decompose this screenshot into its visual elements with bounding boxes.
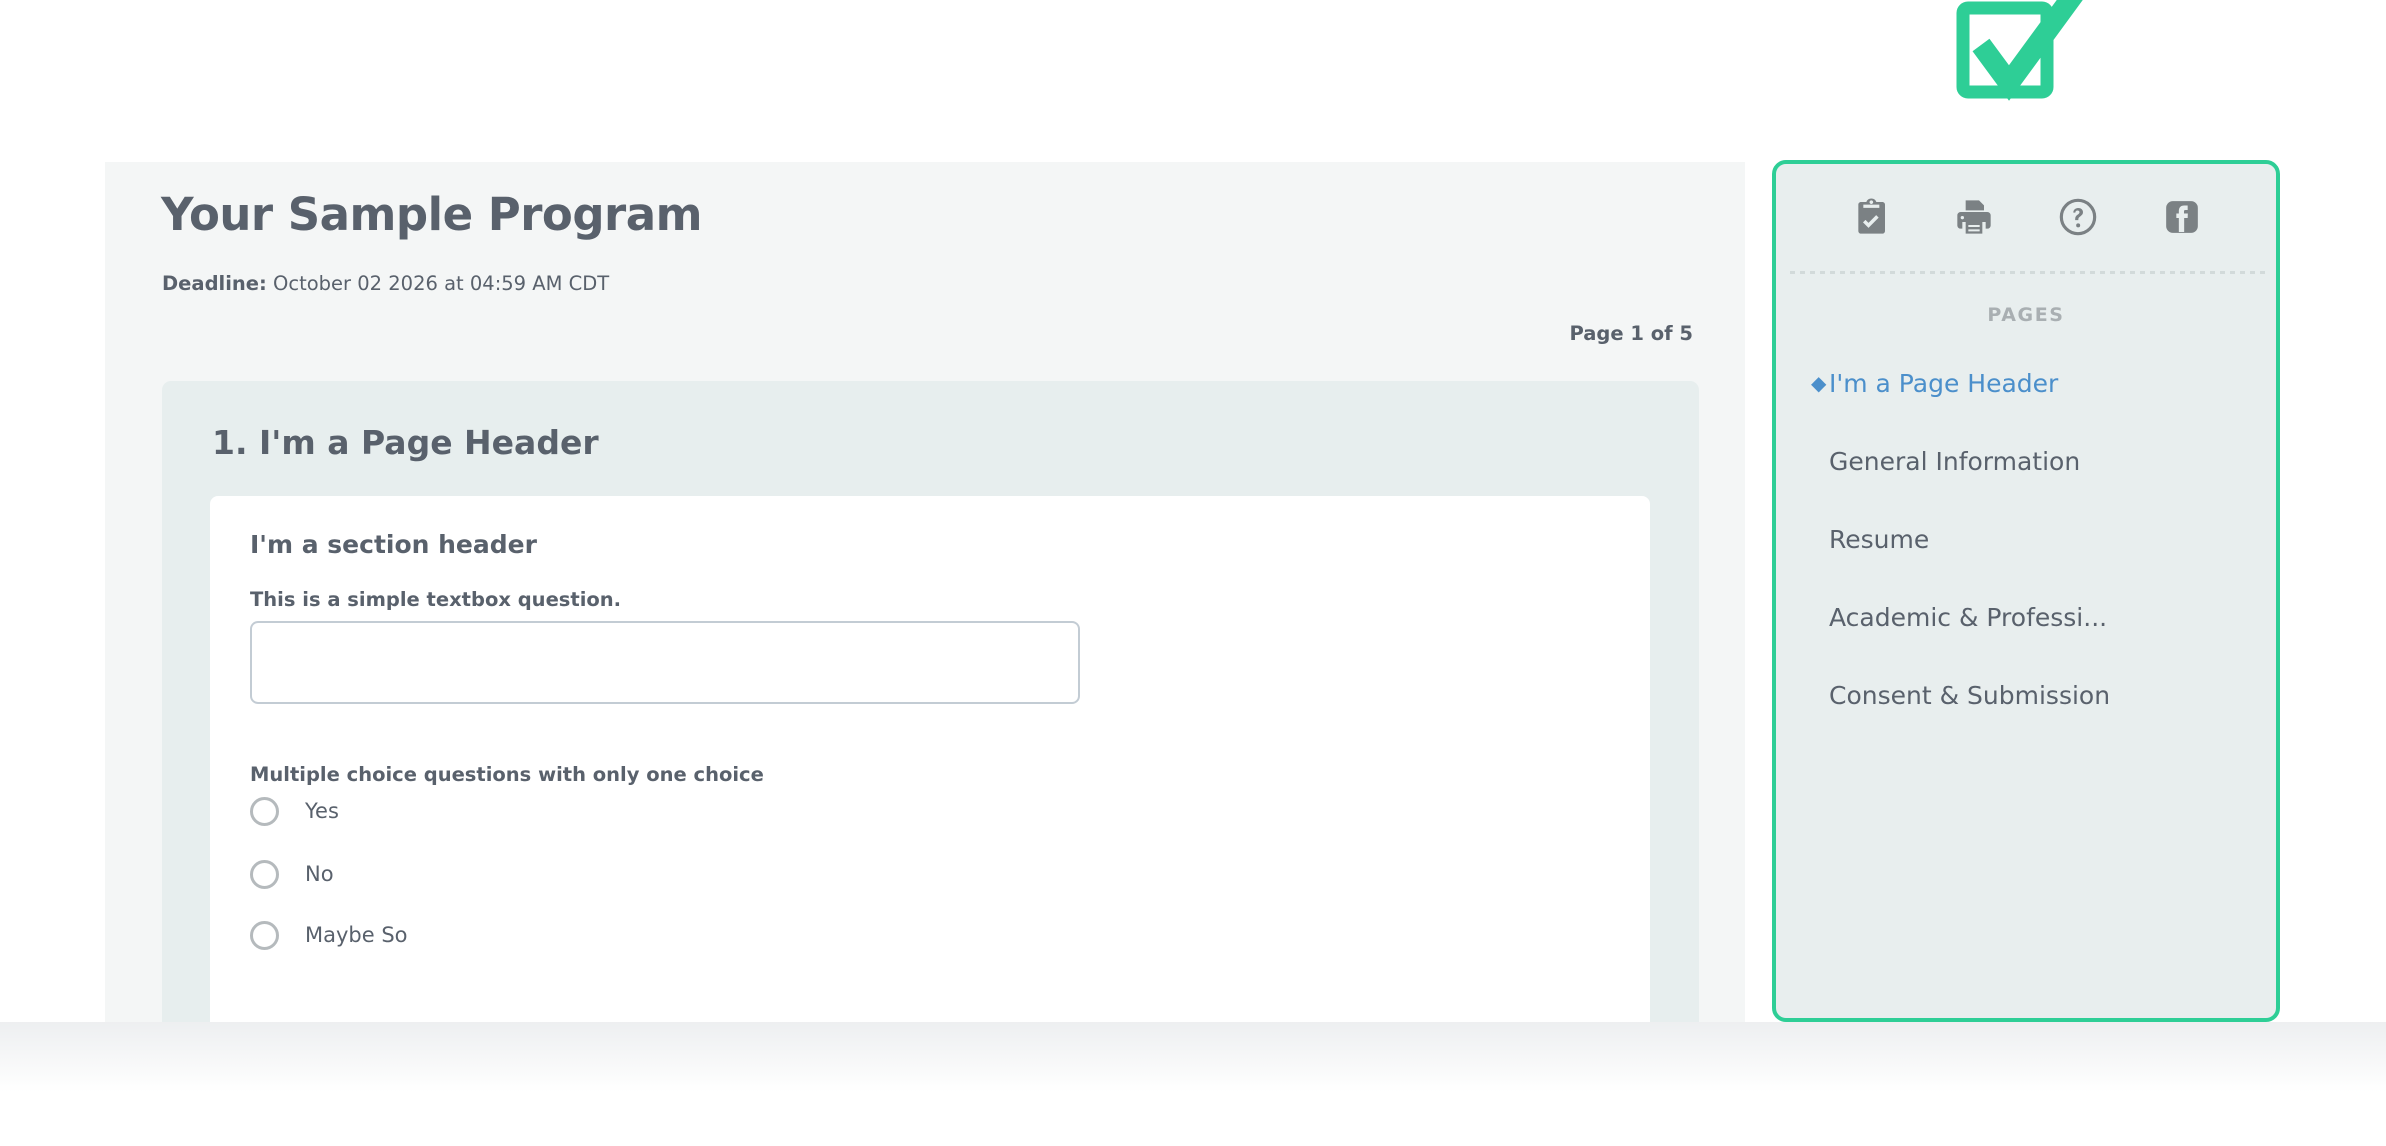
sidebar-item-label: Resume [1829, 524, 1930, 554]
main-content-panel: Your Sample Program Deadline: October 02… [105, 162, 1745, 1022]
sidebar-item-page-header[interactable]: ◆ I'm a Page Header [1776, 344, 2276, 422]
page-counter: Page 1 of 5 [1569, 322, 1694, 345]
section-card: I'm a section header This is a simple te… [210, 496, 1650, 1022]
sidebar-item-label: I'm a Page Header [1829, 368, 2059, 398]
deadline-label: Deadline: [162, 272, 267, 295]
sidebar-item-label: Consent & Submission [1829, 680, 2111, 710]
radio-question-label: Multiple choice questions with only one … [250, 763, 764, 786]
deadline-line: Deadline: October 02 2026 at 04:59 AM CD… [162, 272, 609, 295]
radio-option-maybe-so[interactable]: Maybe So [250, 915, 408, 955]
app-logo [1952, 0, 2092, 110]
radio-option-label: Yes [305, 799, 339, 823]
textbox-question-label: This is a simple textbox question. [250, 588, 622, 611]
sidebar-item-resume[interactable]: ◆ Resume [1776, 500, 2276, 578]
sidebar-item-label: General Information [1829, 446, 2081, 476]
deadline-value: October 02 2026 at 04:59 AM CDT [273, 272, 610, 295]
radio-option-no[interactable]: No [250, 854, 334, 894]
radio-circle-icon[interactable] [250, 796, 279, 826]
facebook-icon[interactable] [2161, 196, 2203, 238]
sidebar-item-label: Academic & Professi... [1829, 602, 2108, 632]
radio-option-yes[interactable]: Yes [250, 791, 339, 831]
section-header-title: I'm a section header [250, 530, 537, 559]
sidebar-divider [1790, 271, 2266, 274]
sidebar-item-academic-professional[interactable]: ◆ Academic & Professi... [1776, 578, 2276, 656]
pages-sidebar: PAGES ◆ I'm a Page Header ◆ General Info… [1772, 160, 2280, 1022]
radio-circle-icon[interactable] [250, 920, 279, 950]
sidebar-item-consent-submission[interactable]: ◆ Consent & Submission [1776, 656, 2276, 734]
printer-icon[interactable] [1953, 196, 1995, 238]
help-circle-icon[interactable] [2057, 196, 2099, 238]
active-page-bullet-icon: ◆ [1811, 371, 1827, 395]
pages-list: ◆ I'm a Page Header ◆ General Informatio… [1776, 344, 2276, 734]
clipboard-check-icon[interactable] [1849, 196, 1891, 238]
page-header-title: 1. I'm a Page Header [212, 423, 599, 462]
radio-option-label: Maybe So [305, 923, 408, 947]
sidebar-item-general-information[interactable]: ◆ General Information [1776, 422, 2276, 500]
pages-section-title: PAGES [1987, 304, 2065, 326]
checkbox-check-logo-icon [1956, 0, 2083, 101]
page-title: Your Sample Program [161, 188, 703, 241]
radio-circle-icon[interactable] [250, 859, 279, 889]
page-bottom-fade [0, 1022, 2386, 1092]
textbox-question-input[interactable] [250, 621, 1080, 704]
radio-option-label: No [305, 862, 334, 886]
page-block: 1. I'm a Page Header I'm a section heade… [162, 381, 1699, 1022]
sidebar-icon-bar [1776, 164, 2276, 269]
